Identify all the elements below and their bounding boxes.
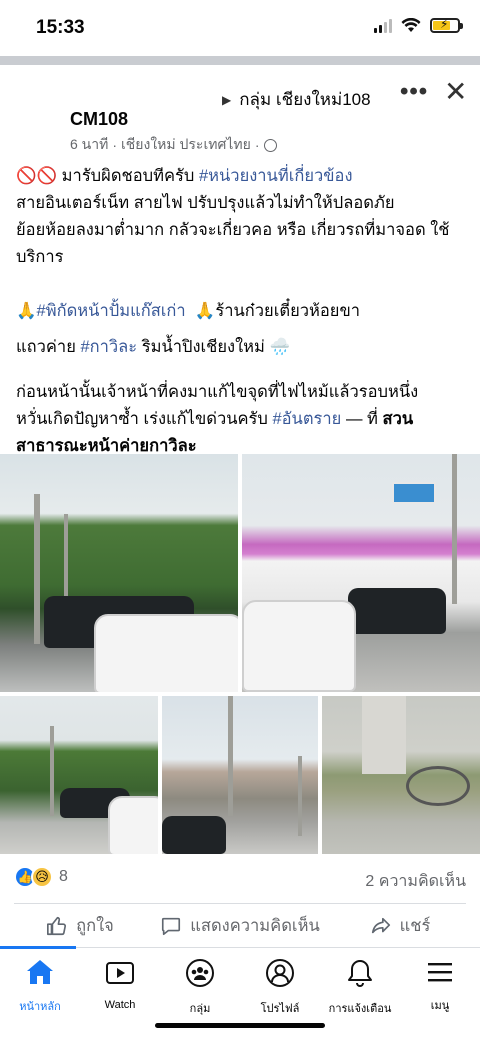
post-line: 🙏#พิกัดหน้าปั้มแก๊สเก่า 🙏ร้านก๋วยเตี๋ยวห… (16, 302, 361, 320)
signal-icon (374, 18, 392, 33)
action-divider (14, 903, 466, 904)
post-line: สายอินเตอร์เน็ท สายไฟ ปรับปรุงแล้วไม่ทำใ… (16, 194, 395, 212)
nav-notifications[interactable]: การแจ้งเตือน (320, 948, 400, 1015)
comment-label: แสดงความคิดเห็น (190, 917, 320, 935)
bottom-nav: หน้าหลัก Watch กลุ่ม โปรไฟล์ การแจ้งเตือ… (0, 948, 480, 1015)
post-line: ก่อนหน้านั้นเจ้าหน้าที่คงมาแก้ไขจุดที่ไฟ… (16, 383, 419, 401)
thumbs-up-icon (47, 916, 67, 936)
post-line: แถวค่าย #กาวิละ ริมน้ำปิงเชียงใหม่ 🌧️ (16, 338, 291, 356)
hashtag-link[interactable]: #หน่วยงานที่เกี่ยวข้อง (199, 167, 353, 185)
nav-watch[interactable]: Watch (80, 948, 160, 1014)
post-line: บริการ (16, 248, 64, 266)
post-header: ▶ กลุ่ม เชียงใหม่108 ••• ✕ CM108 6 นาที … (0, 65, 480, 155)
hashtag-link[interactable]: #กาวิละ (80, 338, 137, 356)
comment-count[interactable]: 2 ความคิดเห็น (365, 869, 466, 894)
comment-button[interactable]: แสดงความคิดเห็น (160, 905, 320, 947)
like-label: ถูกใจ (76, 917, 114, 935)
more-options-button[interactable]: ••• (400, 78, 428, 106)
place-link[interactable]: สาธารณะหน้าค่ายกาวิละ (16, 437, 197, 455)
post-photo[interactable] (0, 696, 158, 854)
nav-profile[interactable]: โปรไฟล์ (240, 948, 320, 1015)
status-time: 15:33 (36, 17, 85, 38)
battery-icon: ⚡ (430, 17, 463, 33)
globe-icon (263, 138, 277, 152)
pray-icon: 🙏 (194, 302, 216, 320)
post-author[interactable]: CM108 (70, 109, 128, 130)
post-photo[interactable] (242, 454, 480, 692)
post-time[interactable]: 6 นาที (70, 134, 108, 156)
bell-icon (345, 958, 375, 988)
hashtag-link[interactable]: #พิกัดหน้าปั้มแก๊สเก่า (37, 302, 186, 320)
wifi-icon (401, 18, 421, 32)
profile-icon (265, 958, 295, 988)
post-meta: 6 นาที · เชียงใหม่ ประเทศไทย · (70, 134, 277, 156)
hashtag-link[interactable]: #อันตราย (272, 410, 341, 428)
post-photo[interactable] (322, 696, 480, 854)
post-photo[interactable] (162, 696, 318, 854)
place-link[interactable]: สวน (383, 410, 414, 428)
post-location[interactable]: เชียงใหม่ ประเทศไทย (121, 134, 251, 156)
sad-reaction-icon: 😥 (31, 866, 53, 888)
feed-divider (0, 56, 480, 65)
reaction-summary[interactable]: 👍 😥 8 (14, 866, 68, 888)
watch-icon (105, 958, 135, 988)
status-icons: ⚡ (374, 17, 463, 33)
home-indicator[interactable] (155, 1023, 325, 1028)
groups-icon (185, 958, 215, 988)
comment-icon (162, 917, 181, 936)
post-actions: ถูกใจ แสดงความคิดเห็น แชร์ (0, 905, 480, 947)
nav-home[interactable]: หน้าหลัก (0, 948, 80, 1014)
share-label: แชร์ (399, 917, 431, 935)
nav-menu[interactable]: เมนู (400, 948, 480, 1014)
reaction-count: 8 (59, 868, 68, 885)
home-icon (25, 958, 55, 986)
play-arrow-icon: ▶ (222, 92, 232, 107)
post-body: 🚫🚫 มารับผิดชอบทีครับ #หน่วยงานที่เกี่ยวข… (16, 163, 468, 460)
post-line: ย้อยห้อยลงมาต่ำมาก กลัวจะเกี่ยวคอ หรือ เ… (16, 221, 450, 239)
post-line: 🚫🚫 มารับผิดชอบทีครับ #หน่วยงานที่เกี่ยวข… (16, 167, 353, 185)
group-link[interactable]: ▶ กลุ่ม เชียงใหม่108 (222, 86, 371, 113)
pray-icon: 🙏 (16, 302, 37, 320)
share-icon (371, 917, 390, 934)
group-name: กลุ่ม เชียงใหม่108 (239, 90, 371, 109)
status-bar: 15:33 ⚡ (0, 0, 480, 56)
rain-cloud-icon: 🌧️ (269, 338, 291, 356)
share-button[interactable]: แชร์ (320, 905, 480, 947)
like-button[interactable]: ถูกใจ (0, 905, 160, 947)
nav-groups[interactable]: กลุ่ม (160, 948, 240, 1015)
hamburger-menu-icon (425, 958, 455, 985)
post-line: หวั่นเกิดปัญหาซ้ำ เร่งแก้ไขด่วนครับ #อัน… (16, 410, 414, 428)
post-photo[interactable] (0, 454, 238, 692)
no-entry-icon: 🚫🚫 (16, 167, 58, 185)
close-icon[interactable]: ✕ (444, 75, 467, 108)
